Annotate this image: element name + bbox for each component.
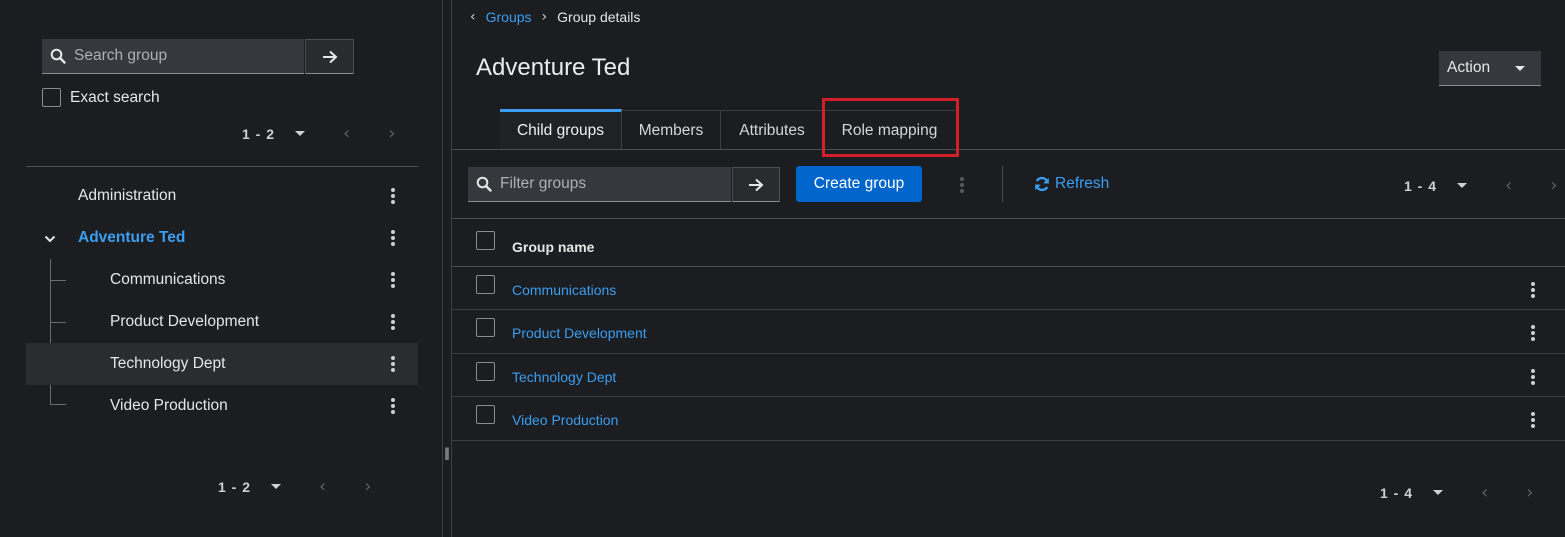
tree-item-administration[interactable]: Administration	[26, 175, 418, 217]
table-pager-top: 1 - 4 ‹ ›	[1404, 175, 1557, 196]
select-all-checkbox[interactable]	[476, 231, 495, 250]
chevron-down-icon[interactable]	[1457, 183, 1468, 188]
breadcrumb-current: Group details	[557, 9, 641, 25]
tree-item-technology-dept[interactable]: Technology Dept	[26, 343, 418, 385]
kebab-menu-icon[interactable]	[390, 398, 396, 414]
row-link-product-development[interactable]: Product Development	[512, 325, 647, 341]
tree-item-label: Administration	[78, 187, 177, 204]
chevron-left-icon[interactable]: ‹	[1481, 482, 1488, 503]
tab-members[interactable]: Members	[622, 110, 721, 150]
toolbar-kebab-icon[interactable]	[959, 177, 965, 193]
tree-item-label: Product Development	[110, 313, 260, 330]
sidebar-pager-top: 1 - 2 ‹ ›	[242, 123, 395, 144]
tab-label: Members	[638, 121, 704, 139]
search-icon	[42, 48, 74, 64]
row-checkbox[interactable]	[476, 405, 495, 424]
column-header-group-name[interactable]: Group name	[512, 239, 594, 255]
sidebar-pager-range[interactable]: 1 - 2	[242, 126, 275, 142]
search-icon	[468, 176, 500, 192]
refresh-button[interactable]: Refresh	[1034, 175, 1109, 193]
arrow-right-icon	[749, 178, 764, 191]
row-link-communications[interactable]: Communications	[512, 282, 616, 298]
filter-submit-button[interactable]	[732, 167, 780, 202]
tabs-divider	[452, 149, 1565, 150]
kebab-menu-icon[interactable]	[390, 272, 396, 288]
exact-search-label: Exact search	[70, 89, 160, 106]
tab-child-groups[interactable]: Child groups	[500, 109, 622, 150]
tree-item-label: Adventure Ted	[78, 229, 186, 246]
chevron-right-icon[interactable]: ›	[1550, 175, 1557, 196]
chevron-down-icon[interactable]	[271, 484, 282, 489]
chevron-right-icon[interactable]: ›	[364, 476, 371, 497]
table-top-divider	[452, 218, 1565, 219]
toolbar-divider	[1002, 166, 1003, 202]
sidebar-pager-range[interactable]: 1 - 2	[218, 479, 251, 495]
tree-item-label: Communications	[110, 271, 226, 288]
kebab-menu-icon[interactable]	[390, 314, 396, 330]
tree-item-video-production[interactable]: Video Production	[26, 385, 418, 427]
chevron-left-icon[interactable]: ‹	[470, 9, 476, 25]
row-kebab-icon[interactable]	[1530, 412, 1536, 428]
caret-down-icon	[1515, 65, 1525, 71]
table-header-divider	[452, 266, 1565, 267]
arrow-right-icon	[322, 50, 337, 63]
chevron-right-icon: ›	[541, 9, 548, 25]
table-pager-bottom: 1 - 4 ‹ ›	[1380, 482, 1533, 503]
role-mapping-highlight	[822, 98, 959, 157]
tab-label: Attributes	[739, 121, 805, 139]
row-kebab-icon[interactable]	[1530, 369, 1536, 385]
search-group-placeholder: Search group	[74, 47, 168, 64]
page-title: Adventure Ted	[476, 54, 631, 81]
create-group-button[interactable]: Create group	[796, 166, 922, 202]
row-kebab-icon[interactable]	[1530, 325, 1536, 341]
resize-handle-icon[interactable]: ‖	[444, 446, 450, 460]
sidebar-divider-line	[26, 166, 418, 167]
tree-item-product-development[interactable]: Product Development	[26, 301, 418, 343]
exact-search-checkbox[interactable]	[42, 88, 61, 107]
chevron-right-icon[interactable]: ›	[1526, 482, 1533, 503]
row-checkbox[interactable]	[476, 318, 495, 337]
refresh-icon	[1035, 176, 1049, 192]
search-submit-button[interactable]	[305, 39, 354, 74]
table-pager-range[interactable]: 1 - 4	[1380, 485, 1413, 501]
filter-groups-input[interactable]: Filter groups	[468, 167, 731, 202]
row-kebab-icon[interactable]	[1530, 282, 1536, 298]
create-group-label: Create group	[813, 175, 905, 192]
refresh-label: Refresh	[1055, 175, 1110, 192]
filter-groups-placeholder: Filter groups	[500, 175, 587, 192]
tree-item-label: Technology Dept	[110, 355, 226, 372]
kebab-menu-icon[interactable]	[390, 230, 396, 246]
action-dropdown-button[interactable]: Action	[1439, 51, 1541, 86]
table-row-divider	[452, 309, 1565, 310]
tree-item-adventure-ted[interactable]: Adventure Ted	[26, 217, 418, 259]
table-row-divider	[452, 353, 1565, 354]
sidebar-divider	[442, 0, 443, 537]
chevron-left-icon[interactable]: ‹	[343, 123, 350, 144]
row-checkbox[interactable]	[476, 275, 495, 294]
table-bottom-divider	[452, 440, 1565, 441]
tree-item-communications[interactable]: Communications	[26, 259, 418, 301]
chevron-left-icon[interactable]: ‹	[319, 476, 326, 497]
chevron-left-icon[interactable]: ‹	[1505, 175, 1512, 196]
tab-label: Child groups	[516, 122, 605, 139]
row-link-technology-dept[interactable]: Technology Dept	[512, 369, 616, 385]
main-divider	[451, 0, 452, 537]
row-link-video-production[interactable]: Video Production	[512, 412, 618, 428]
chevron-down-icon[interactable]	[1433, 490, 1444, 495]
breadcrumb-groups-link[interactable]: Groups	[486, 9, 532, 25]
chevron-right-icon[interactable]: ›	[388, 123, 395, 144]
chevron-down-icon[interactable]	[295, 131, 306, 136]
table-pager-range[interactable]: 1 - 4	[1404, 178, 1437, 194]
chevron-down-icon[interactable]	[44, 230, 56, 247]
kebab-menu-icon[interactable]	[390, 188, 396, 204]
sidebar-pager-bottom: 1 - 2 ‹ ›	[218, 476, 371, 497]
row-checkbox[interactable]	[476, 362, 495, 381]
tree-item-label: Video Production	[110, 397, 228, 414]
tab-attributes[interactable]: Attributes	[721, 110, 824, 150]
table-row-divider	[452, 396, 1565, 397]
breadcrumb: ‹ Groups › Group details	[470, 8, 640, 26]
search-group-input[interactable]: Search group	[42, 39, 304, 74]
kebab-menu-icon[interactable]	[390, 356, 396, 372]
action-label: Action	[1447, 59, 1491, 76]
